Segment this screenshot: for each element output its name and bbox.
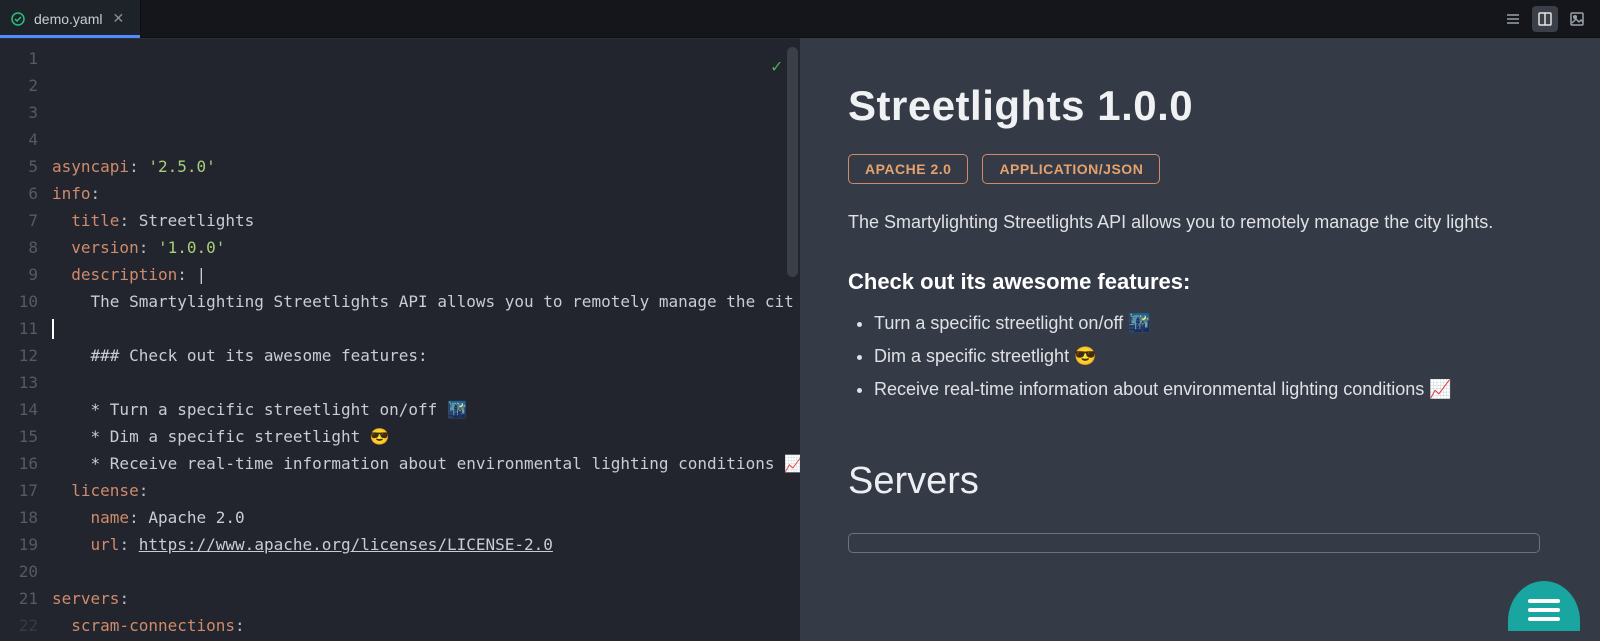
line-number: 17 (0, 477, 52, 504)
text-cursor (52, 319, 54, 339)
line-number: 15 (0, 423, 52, 450)
line-number: 20 (0, 558, 52, 585)
tab-bar: demo.yaml ✕ (0, 0, 1600, 38)
api-description: The Smartylighting Streetlights API allo… (848, 212, 1540, 233)
code-line[interactable]: ### Check out its awesome features: (52, 342, 800, 369)
license-badge[interactable]: APACHE 2.0 (848, 154, 968, 184)
menu-fab[interactable] (1508, 581, 1580, 631)
line-number-gutter: 12345678910111213141516171819202122 (0, 39, 52, 641)
code-line[interactable]: info: (52, 180, 800, 207)
code-line[interactable] (52, 558, 800, 585)
badge-row: APACHE 2.0 APPLICATION/JSON (848, 154, 1540, 184)
line-number: 10 (0, 288, 52, 315)
code-line[interactable] (52, 315, 800, 342)
code-line[interactable]: * Turn a specific streetlight on/off 🌃 (52, 396, 800, 423)
list-view-icon[interactable] (1500, 6, 1526, 32)
list-item: Receive real-time information about envi… (874, 379, 1540, 400)
line-number: 11 (0, 315, 52, 342)
line-number: 2 (0, 72, 52, 99)
validation-ok-icon: ✓ (771, 53, 782, 80)
servers-heading: Servers (848, 460, 1540, 503)
image-preview-icon[interactable] (1564, 6, 1590, 32)
line-number: 16 (0, 450, 52, 477)
split-preview-icon[interactable] (1532, 6, 1558, 32)
tab-demo-yaml[interactable]: demo.yaml ✕ (0, 0, 141, 37)
line-number: 18 (0, 504, 52, 531)
list-item: Dim a specific streetlight 😎 (874, 346, 1540, 367)
server-panel[interactable] (848, 533, 1540, 553)
code-line[interactable]: title: Streetlights (52, 207, 800, 234)
code-line[interactable]: url: https://www.apache.org/licenses/LIC… (52, 531, 800, 558)
line-number: 7 (0, 207, 52, 234)
code-content[interactable]: ✓ asyncapi: '2.5.0'info: title: Streetli… (52, 39, 800, 641)
tab-close-icon[interactable]: ✕ (110, 8, 126, 29)
code-line[interactable]: * Dim a specific streetlight 😎 (52, 423, 800, 450)
line-number: 12 (0, 342, 52, 369)
code-line[interactable]: version: '1.0.0' (52, 234, 800, 261)
line-number: 19 (0, 531, 52, 558)
line-number: 21 (0, 585, 52, 612)
tab-toolbar (1500, 0, 1600, 37)
code-editor[interactable]: 12345678910111213141516171819202122 ✓ as… (0, 38, 800, 641)
preview-pane: Streetlights 1.0.0 APACHE 2.0 APPLICATIO… (800, 38, 1600, 641)
code-line[interactable]: servers: (52, 585, 800, 612)
features-heading: Check out its awesome features: (848, 269, 1540, 295)
line-number: 4 (0, 126, 52, 153)
code-line[interactable]: asyncapi: '2.5.0' (52, 153, 800, 180)
features-list: Turn a specific streetlight on/off 🌃 Dim… (848, 313, 1540, 400)
line-number: 1 (0, 45, 52, 72)
code-line[interactable]: scram-connections: (52, 612, 800, 639)
code-line[interactable]: description: | (52, 261, 800, 288)
line-number: 22 (0, 612, 52, 639)
list-item: Turn a specific streetlight on/off 🌃 (874, 313, 1540, 334)
hamburger-icon (1528, 599, 1560, 603)
line-number: 3 (0, 99, 52, 126)
line-number: 8 (0, 234, 52, 261)
code-line[interactable] (52, 369, 800, 396)
line-number: 6 (0, 180, 52, 207)
code-line[interactable]: 💡 The Smartylighting Streetlights API al… (52, 288, 800, 315)
content-type-badge[interactable]: APPLICATION/JSON (982, 154, 1160, 184)
yaml-file-icon (10, 11, 26, 27)
line-number: 13 (0, 369, 52, 396)
tab-filename: demo.yaml (34, 11, 102, 27)
code-line[interactable]: * Receive real-time information about en… (52, 450, 800, 477)
line-number: 9 (0, 261, 52, 288)
api-title: Streetlights 1.0.0 (848, 82, 1540, 130)
code-line[interactable]: name: Apache 2.0 (52, 504, 800, 531)
line-number: 5 (0, 153, 52, 180)
line-number: 14 (0, 396, 52, 423)
code-line[interactable]: license: (52, 477, 800, 504)
